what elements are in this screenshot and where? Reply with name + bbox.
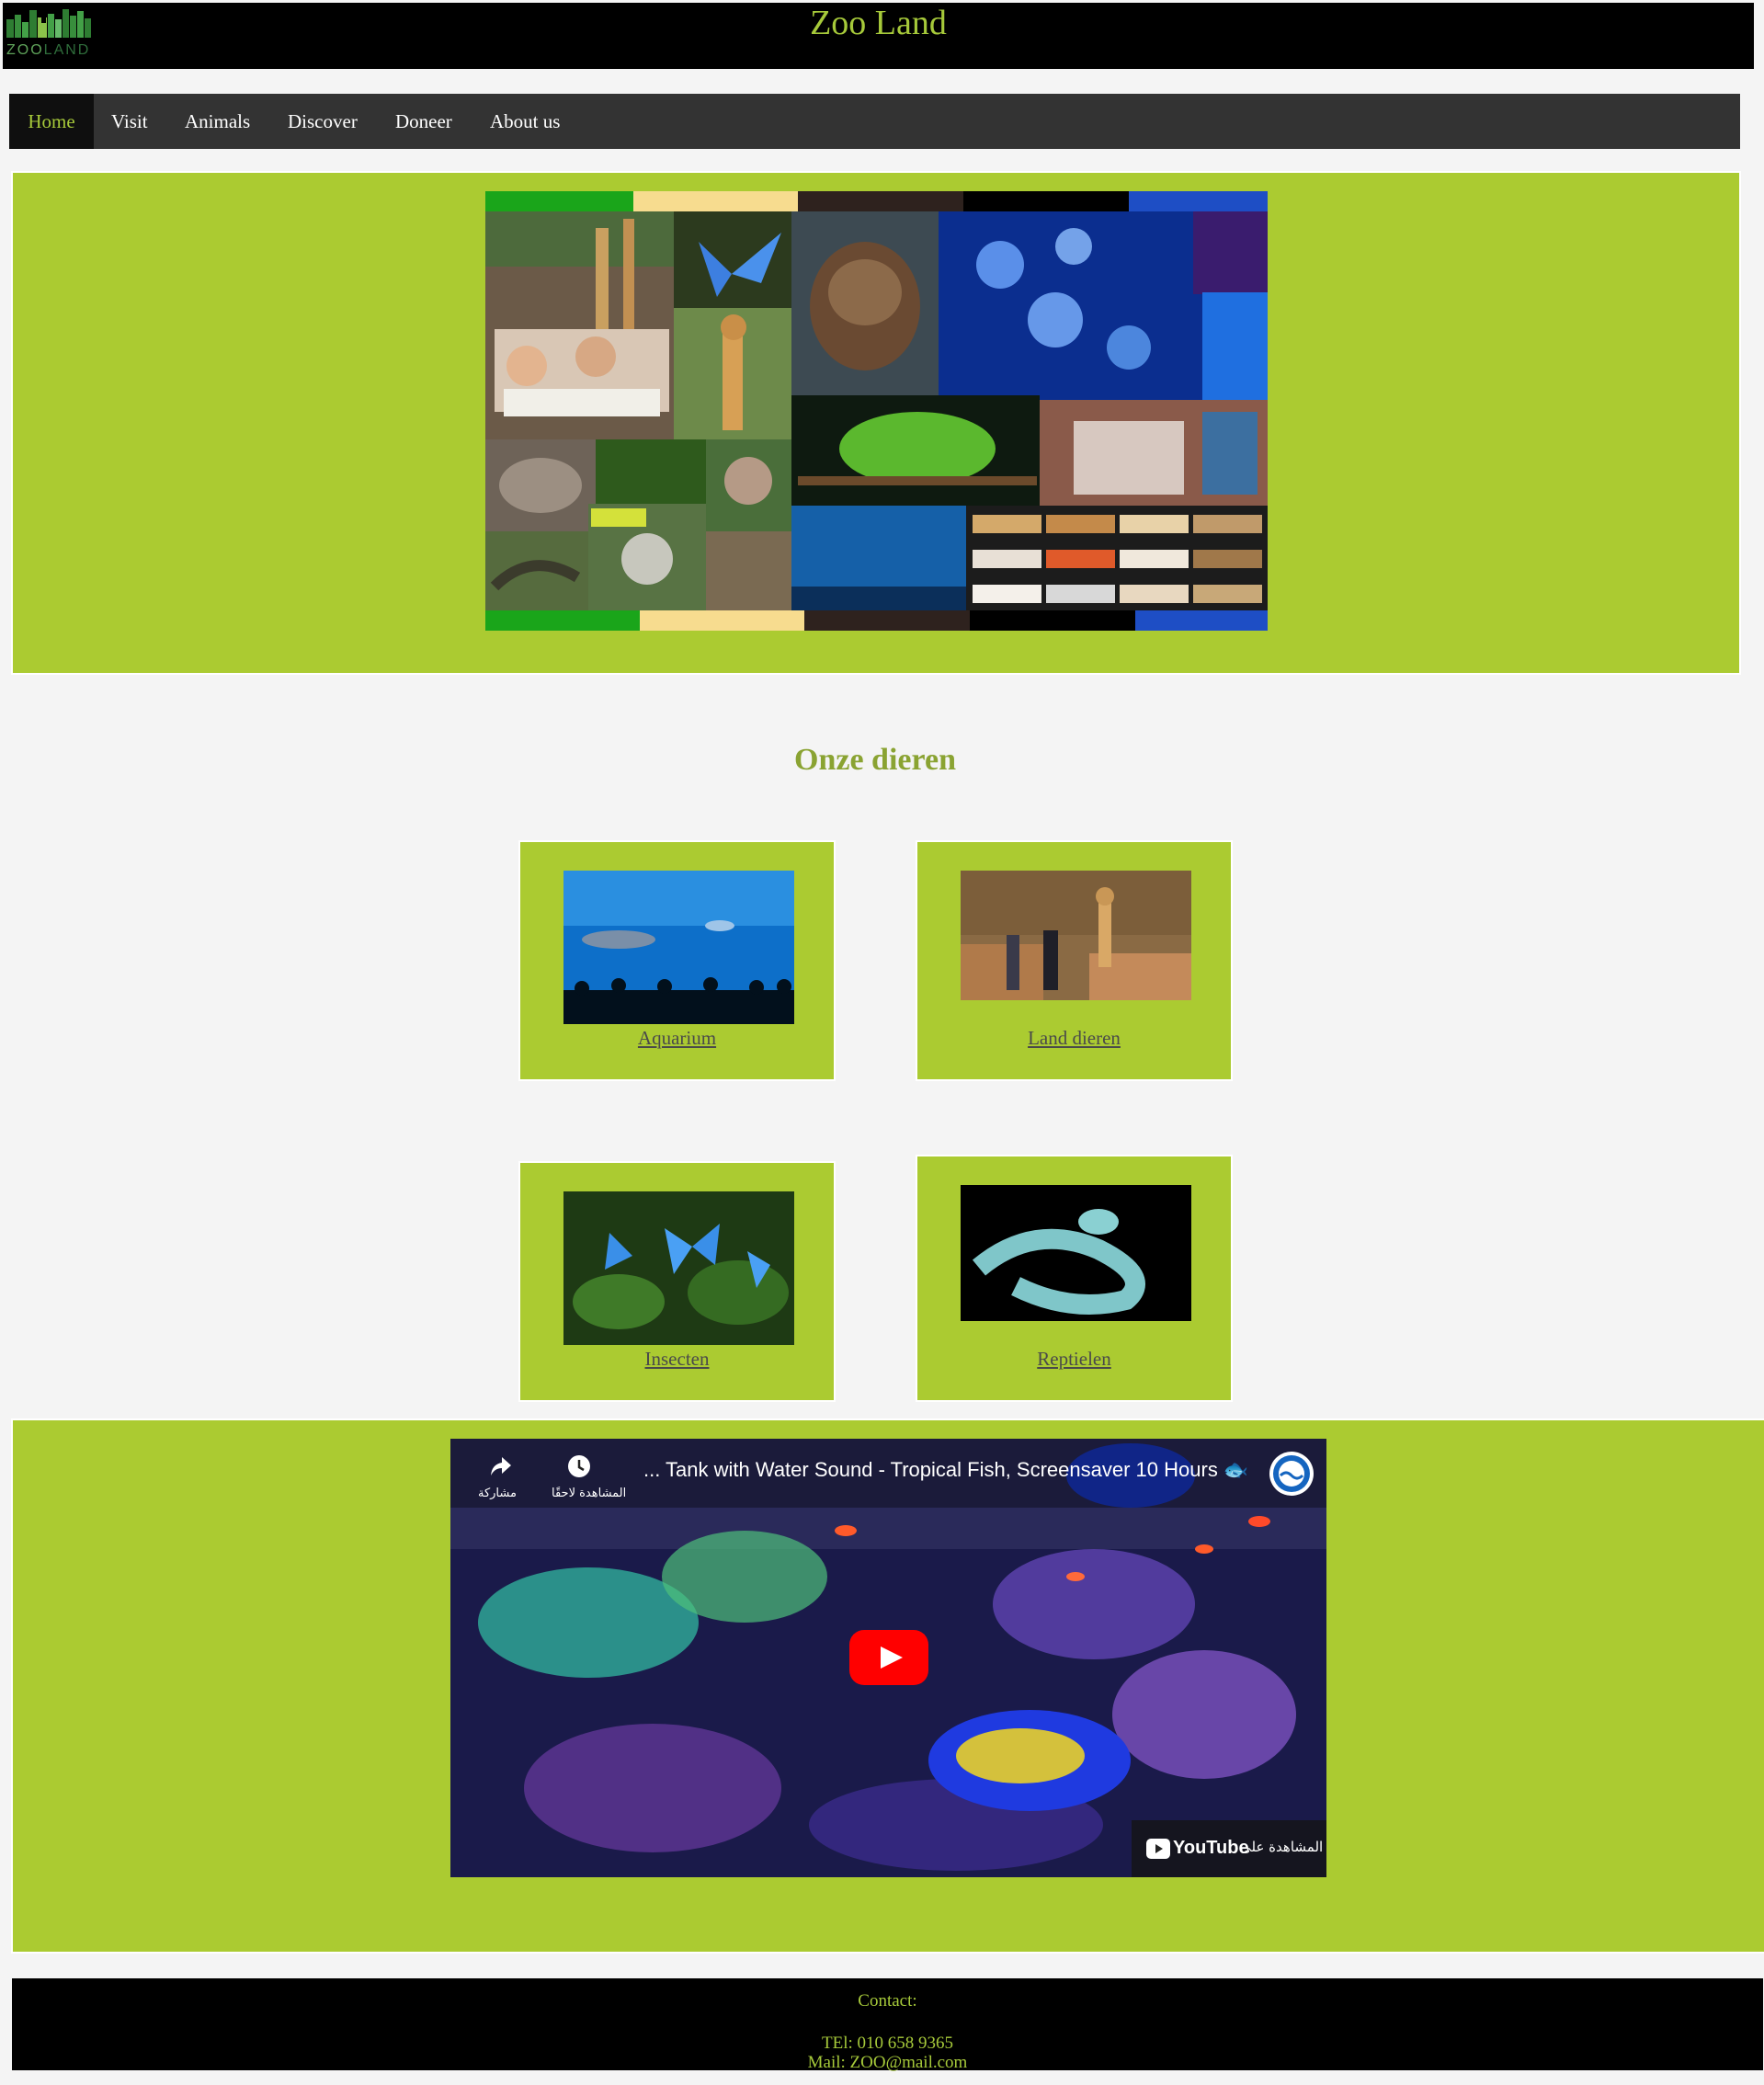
logo-text-zoo: ZOO — [6, 42, 44, 58]
zoo-collage-image — [485, 191, 1268, 631]
nav-home[interactable]: Home — [9, 94, 94, 149]
reptielen-link[interactable]: Reptielen — [917, 1348, 1231, 1371]
video-title[interactable]: ... Tank with Water Sound - Tropical Fis… — [643, 1458, 1248, 1482]
animal-card-reptiles: Reptielen — [916, 1155, 1233, 1402]
youtube-logo-icon — [1146, 1839, 1170, 1859]
clock-icon[interactable] — [566, 1453, 592, 1479]
watch-later-label[interactable]: المشاهدة لاحقًا — [552, 1487, 626, 1500]
aquarium-photo — [563, 871, 794, 1024]
butterflies-photo — [563, 1191, 794, 1345]
nav-doneer[interactable]: Doneer — [395, 94, 452, 149]
logo-text-land: LAND — [43, 42, 91, 58]
giraffe-photo — [961, 871, 1191, 1000]
footer-mail[interactable]: Mail: ZOO@mail.com — [12, 2053, 1763, 2073]
footer-tel: TEl: 010 658 9365 — [821, 2034, 954, 2053]
play-button[interactable] — [849, 1630, 928, 1685]
video-section: ... Tank with Water Sound - Tropical Fis… — [11, 1418, 1764, 1954]
site-title: Zoo Land — [810, 4, 947, 42]
watch-on-label: المشاهدة على — [1240, 1839, 1324, 1855]
site-footer: Contact: TEl: 010 658 9365 Mail: ZOO@mai… — [12, 1978, 1763, 2073]
share-label[interactable]: مشاركة — [478, 1487, 517, 1500]
channel-avatar[interactable] — [1269, 1452, 1314, 1496]
animal-card-aquarium: Aquarium — [518, 840, 836, 1081]
hero-banner — [11, 171, 1741, 675]
aquarium-link[interactable]: Aquarium — [520, 1027, 834, 1050]
play-icon — [881, 1646, 903, 1669]
nav-discover[interactable]: Discover — [288, 94, 358, 149]
watch-on-youtube-button[interactable]: YouTube المشاهدة على — [1132, 1820, 1326, 1877]
animal-card-insects: Insecten — [518, 1161, 836, 1402]
youtube-label: YouTube — [1173, 1838, 1249, 1858]
channel-logo-icon — [1273, 1455, 1310, 1492]
main-nav: Home Visit Animals Discover Doneer About… — [9, 94, 1740, 149]
nav-visit[interactable]: Visit — [111, 94, 148, 149]
youtube-embed[interactable]: ... Tank with Water Sound - Tropical Fis… — [450, 1439, 1326, 1877]
section-title-animals: Onze dieren — [794, 743, 956, 777]
footer-contact: Contact: — [858, 1991, 917, 2011]
insecten-link[interactable]: Insecten — [520, 1348, 834, 1371]
site-header: ZOOLAND Zoo Land — [3, 3, 1754, 69]
share-icon[interactable] — [489, 1455, 513, 1477]
land-dieren-link[interactable]: Land dieren — [917, 1027, 1231, 1050]
nav-about-us[interactable]: About us — [490, 94, 560, 149]
nav-animals[interactable]: Animals — [185, 94, 250, 149]
snake-photo — [961, 1185, 1191, 1321]
animal-card-land: Land dieren — [916, 840, 1233, 1081]
